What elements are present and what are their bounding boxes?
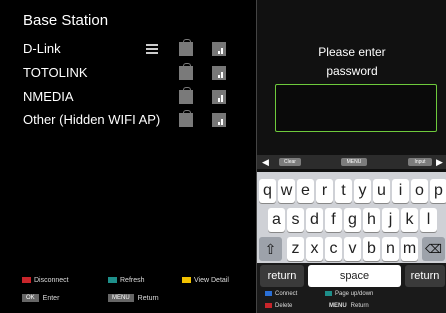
station-item-nmedia[interactable]: NMEDIA [23, 86, 74, 108]
key-f[interactable]: f [325, 208, 342, 232]
key-c[interactable]: c [325, 237, 342, 261]
station-list-panel: Base Station D-Link TOTOLINK NMEDIA Othe… [0, 0, 256, 313]
key-x[interactable]: x [306, 237, 323, 261]
password-input[interactable] [275, 84, 437, 132]
password-dialog: Please enter password ◀ Clear MENU Input… [256, 0, 446, 313]
space-key[interactable]: space [308, 265, 401, 287]
key-p[interactable]: p [430, 179, 446, 203]
red-key-icon [22, 277, 31, 284]
key-n[interactable]: n [382, 237, 399, 261]
signal-icon [212, 90, 226, 104]
key-d[interactable]: d [306, 208, 323, 232]
key-a[interactable]: a [268, 208, 285, 232]
signal-icon [212, 66, 226, 80]
key-r[interactable]: r [316, 179, 333, 203]
key-m[interactable]: m [401, 237, 418, 261]
key-g[interactable]: g [344, 208, 361, 232]
arrow-right-icon[interactable]: ▶ [436, 156, 443, 168]
footer-menu-key: MENU [329, 303, 347, 309]
footer-return: MENU Return [329, 303, 369, 309]
legend-view-detail: View Detail [182, 277, 229, 284]
clear-button[interactable]: Clear [279, 158, 301, 166]
menu-key: MENU [108, 294, 134, 302]
key-y[interactable]: y [354, 179, 371, 203]
legend-enter: OK Enter [22, 294, 59, 302]
legend-disconnect: Disconnect [22, 277, 69, 284]
blue-key-icon [265, 291, 272, 296]
shift-icon[interactable]: ⇧ [259, 237, 282, 261]
arrow-left-icon[interactable]: ◀ [262, 156, 269, 168]
key-s[interactable]: s [287, 208, 304, 232]
station-item-hidden[interactable]: Other (Hidden WIFI AP) [23, 109, 160, 131]
station-icons-nmedia [145, 87, 245, 110]
footer-delete: Delete [265, 303, 292, 309]
key-v[interactable]: v [344, 237, 361, 261]
footer-connect: Connect [265, 291, 297, 297]
key-l[interactable]: l [420, 208, 437, 232]
return-key-right[interactable]: return [405, 265, 445, 287]
signal-icon [212, 113, 226, 127]
lock-icon [179, 110, 193, 127]
station-item-totolink[interactable]: TOTOLINK [23, 62, 88, 84]
station-icons-hidden [145, 110, 245, 133]
station-icons-dlink [145, 39, 245, 62]
footer-page: Page up/down [325, 291, 373, 297]
legend-return: MENU Return [108, 294, 159, 302]
key-o[interactable]: o [411, 179, 428, 203]
key-h[interactable]: h [363, 208, 380, 232]
signal-icon [212, 42, 226, 56]
keyboard-function-row: return space return Connect Page up/down… [257, 263, 446, 313]
red-key-icon [265, 303, 272, 308]
menu-button[interactable]: MENU [341, 158, 367, 166]
station-item-dlink[interactable]: D-Link [23, 38, 61, 60]
page-title: Base Station [23, 12, 109, 29]
input-toolbar: ◀ Clear MENU Input ▶ [257, 155, 446, 169]
lock-icon [179, 87, 193, 104]
green-key-icon [108, 277, 117, 284]
key-i[interactable]: i [392, 179, 409, 203]
lock-icon [179, 39, 193, 56]
return-key-left[interactable]: return [260, 265, 304, 287]
key-k[interactable]: k [401, 208, 418, 232]
key-u[interactable]: u [373, 179, 390, 203]
station-icons-totolink [145, 63, 245, 86]
key-j[interactable]: j [382, 208, 399, 232]
key-w[interactable]: w [278, 179, 295, 203]
key-e[interactable]: e [297, 179, 314, 203]
password-prompt: Please enter password [318, 45, 386, 78]
green-key-icon [325, 291, 332, 296]
key-b[interactable]: b [363, 237, 380, 261]
key-z[interactable]: z [287, 237, 304, 261]
connected-icon [145, 42, 159, 56]
legend-refresh: Refresh [108, 277, 145, 284]
ok-key: OK [22, 294, 39, 302]
yellow-key-icon [182, 277, 191, 284]
key-t[interactable]: t [335, 179, 352, 203]
backspace-icon[interactable]: ⌫ [422, 237, 445, 261]
input-button[interactable]: Input [408, 158, 432, 166]
lock-icon [179, 63, 193, 80]
key-q[interactable]: q [259, 179, 276, 203]
